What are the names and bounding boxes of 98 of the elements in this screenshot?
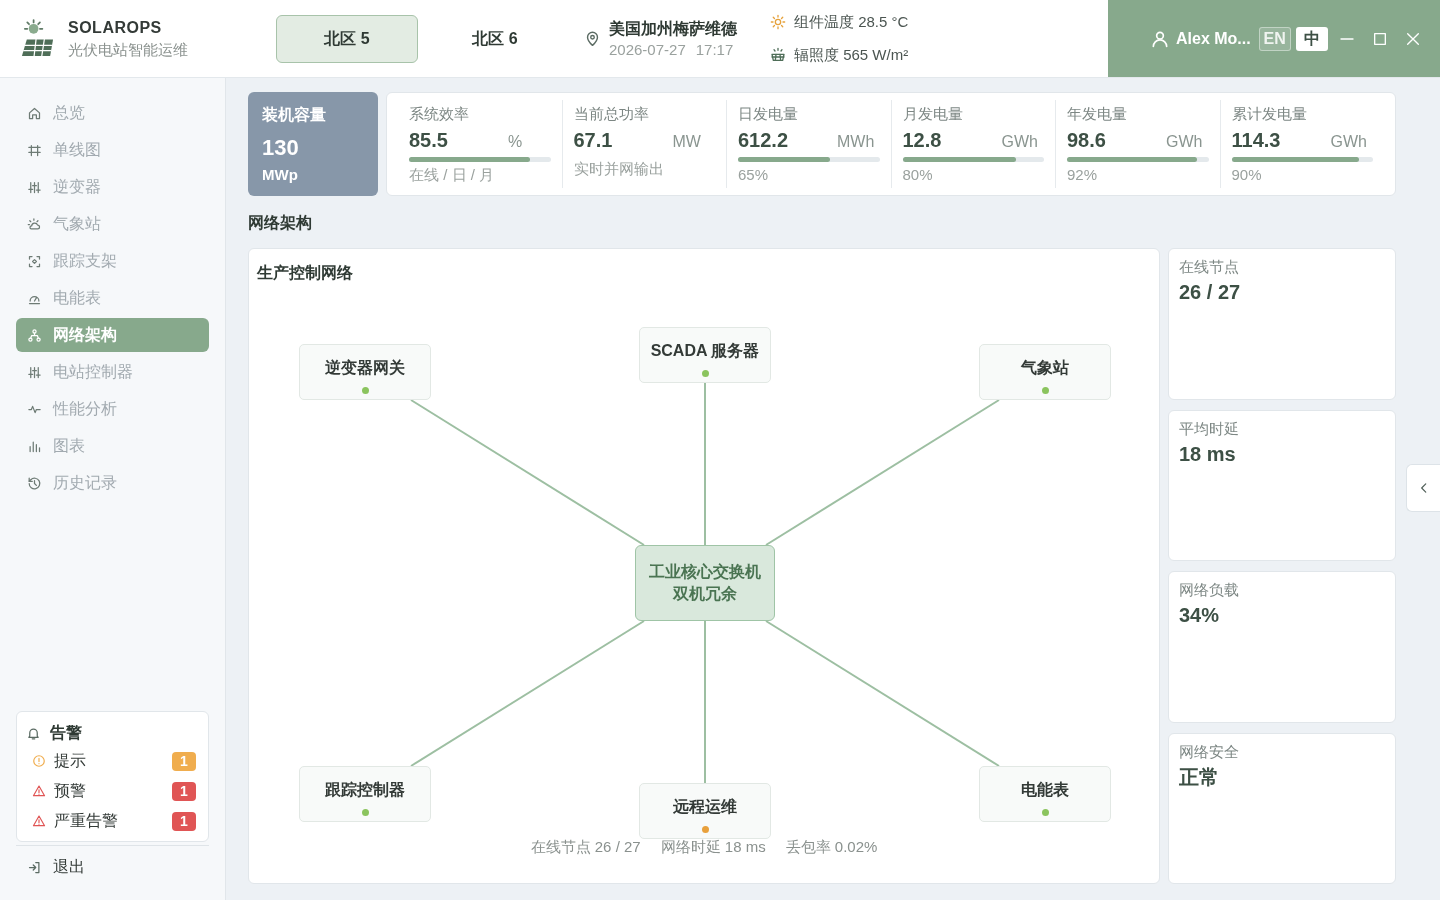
alert-label: 提示 [54,751,86,771]
nav-item[interactable]: 单线图 [16,133,209,167]
switch-node: 工业核心交换机 双机冗余 [635,545,775,621]
kpi-unit: GWh [1330,132,1367,152]
node-label: 气象站 [1021,358,1069,378]
summary-value: 正常 [1179,764,1220,790]
alerts-title: 告警 [50,723,82,743]
kpi-unit: % [508,132,523,152]
alert-label: 严重告警 [54,811,118,831]
summary-label: 平均时延 [1179,418,1240,439]
warning-triangle-icon [32,784,46,798]
history-icon [27,475,42,491]
maximize-icon[interactable] [1371,30,1388,47]
capacity-unit: MWp [262,165,299,185]
solar-logo-icon [20,19,55,58]
kpi-unit: GWh [1001,132,1038,152]
kpi-caption: 65% [738,165,770,185]
language-button[interactable]: 中 [1295,26,1328,51]
capacity-label: 装机容量 [262,105,327,125]
time-text: 17:17 [695,39,734,60]
network-stat: 在线节点 26 / 27 [530,837,641,857]
kpi-value: 12.8 [902,128,943,153]
node-label: 电能表 [1021,780,1069,800]
kpi-unit: MWh [837,132,875,152]
network-stat: 丢包率 0.02% [785,837,878,857]
brand-subtitle: 光伏电站智能运维 [68,39,188,60]
location-pin-icon [584,29,601,48]
alert-circle-icon [32,754,46,768]
summary-label: 在线节点 [1179,257,1240,277]
frame-icon [27,142,42,158]
count-badge: 1 [172,811,196,831]
close-icon[interactable] [1404,30,1421,47]
logout-icon [27,859,42,875]
kpi-value: 67.1 [573,128,614,153]
nav-item[interactable]: 历史记录 [16,466,209,500]
sliders-icon [27,179,42,195]
nav-item[interactable]: 图表 [16,429,209,463]
zone-tab[interactable]: 北区 5 [276,14,418,63]
nav-item[interactable]: 网络架构 [16,318,209,352]
kpi-unit: GWh [1166,132,1203,152]
count-badge: 1 [172,781,196,801]
nav-item[interactable]: 总览 [16,96,209,130]
logout-button[interactable]: 退出 [0,846,225,888]
sun-cloud-icon [27,216,42,232]
collapse-panel-button[interactable] [1406,464,1440,512]
summary-value: 18 ms [1179,441,1237,467]
kpi-value: 98.6 [1067,128,1107,153]
alert-label: 预警 [54,781,86,801]
location-name: 美国加州梅萨维德 [609,18,737,39]
kpi-caption: 在线 / 日 / 月 [409,165,495,185]
user-name: Alex Mo... [1176,28,1251,49]
brand-name: SOLAROPS [68,17,163,38]
language-button[interactable]: EN [1258,26,1291,51]
nav-item[interactable]: 电站控制器 [16,355,209,389]
summary-value: 26 / 27 [1179,280,1242,305]
count-badge: 1 [172,751,196,771]
nav-item[interactable]: 性能分析 [16,392,209,426]
condition-text: 组件温度 28.5 °C [794,12,909,32]
kpi-label: 月发电量 [902,104,964,124]
sliders-icon [27,364,42,380]
section-title: 网络架构 [248,213,313,233]
kpi-label: 系统效率 [409,104,470,124]
kpi-unit: MW [672,132,701,152]
nav-item[interactable]: 跟踪支架 [16,244,209,278]
nav-item[interactable]: 气象站 [16,207,209,241]
node-label: 远程运维 [673,797,737,817]
kpi-label: 日发电量 [738,104,799,124]
sun-icon [770,14,786,30]
node-label: 跟踪控制器 [325,780,405,800]
capacity-value: 130 [262,134,300,162]
node-label: SCADA 服务器 [650,341,760,361]
summary-value: 34% [1179,603,1221,628]
bell-icon [26,725,41,741]
kpi-caption: 90% [1231,165,1263,185]
summary-label: 网络负载 [1179,580,1240,600]
warning-triangle-icon [32,814,46,828]
nav-item[interactable]: 逆变器 [16,170,209,204]
scan-icon [27,253,42,269]
zone-tab[interactable]: 北区 6 [424,14,566,63]
kpi-label: 累计发电量 [1231,104,1308,124]
kpi-label: 当前总功率 [573,104,650,124]
nav-item[interactable]: 电能表 [16,281,209,315]
kpi-caption: 80% [902,165,934,185]
diagram-title: 生产控制网络 [255,263,353,283]
kpi-value: 114.3 [1231,128,1282,153]
kpi-caption: 92% [1067,165,1099,185]
kpi-label: 年发电量 [1067,104,1128,124]
solar-panel-icon [770,47,786,63]
date-text: 2026-07-27 [609,39,686,60]
sitemap-icon [27,327,42,343]
home-icon [27,105,42,121]
network-stat: 网络时延 18 ms [660,837,766,857]
summary-label: 网络安全 [1179,741,1240,762]
condition-text: 辐照度 565 W/m² [794,45,909,65]
kpi-value: 612.2 [738,128,790,153]
node-label: 逆变器网关 [325,358,405,378]
kpi-caption: 实时并网输出 [573,159,665,179]
kpi-value: 85.5 [409,128,449,153]
